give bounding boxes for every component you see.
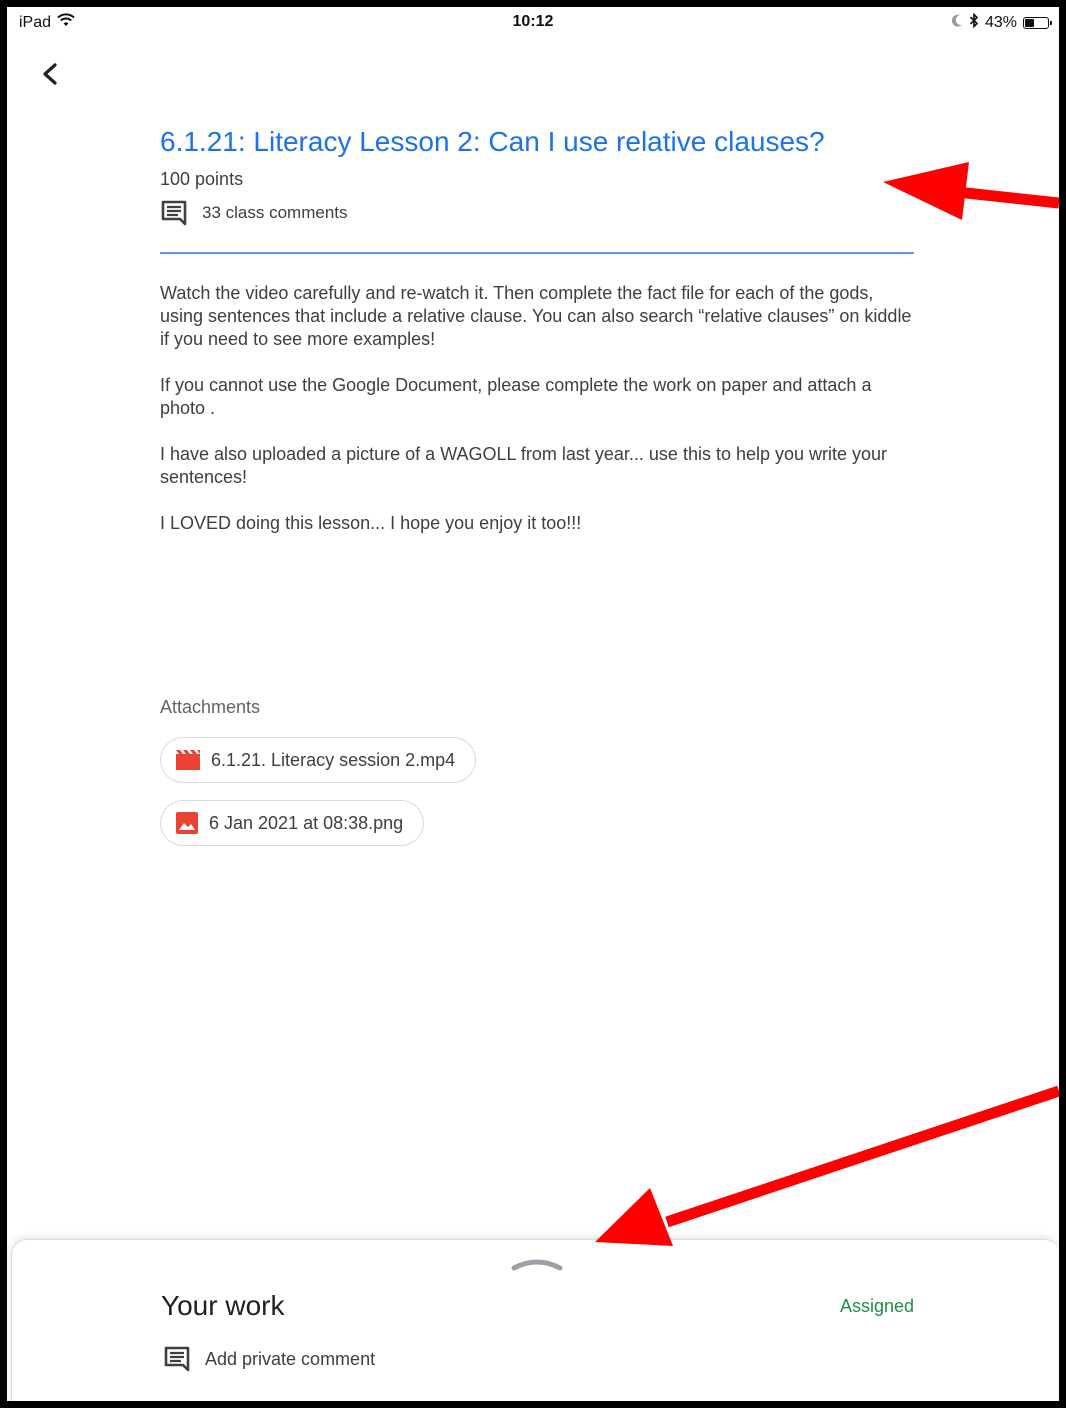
chevron-left-icon <box>43 63 57 85</box>
add-private-comment-button[interactable]: Add private comment <box>163 1346 375 1372</box>
attachment-video[interactable]: 6.1.21. Literacy session 2.mp4 <box>160 737 477 783</box>
ipad-screen: iPad 10:12 43% 6.1.21: Literacy Lesson 2… <box>7 7 1059 1401</box>
video-file-icon <box>176 750 200 770</box>
class-comments-label: 33 class comments <box>202 203 348 222</box>
description-paragraph: I have also uploaded a picture of a WAGO… <box>160 444 888 487</box>
moon-icon <box>951 14 963 32</box>
attachment-name: 6.1.21. Literacy session 2.mp4 <box>211 749 456 770</box>
your-work-sheet: Your work Assigned Add private comment <box>11 1239 1059 1401</box>
assignment-description: Watch the video carefully and re-watch i… <box>160 282 914 535</box>
class-comments-link[interactable]: 33 class comments <box>160 200 914 226</box>
comment-icon <box>161 200 187 226</box>
status-right: 43% <box>951 12 1052 33</box>
attachment-name: 6 Jan 2021 at 08:38.png <box>209 812 404 833</box>
divider <box>160 252 914 254</box>
assignment-title: 6.1.21: Literacy Lesson 2: Can I use rel… <box>160 126 825 157</box>
attachments-label: Attachments <box>160 697 261 717</box>
battery-percent: 43% <box>984 14 1017 31</box>
assignment-details: 6.1.21: Literacy Lesson 2: Can I use rel… <box>160 125 914 558</box>
comment-icon <box>164 1346 190 1372</box>
description-paragraph: If you cannot use the Google Document, p… <box>160 375 872 418</box>
status-time: 10:12 <box>512 13 554 30</box>
description-paragraph: I LOVED doing this lesson... I hope you … <box>160 513 582 533</box>
expand-handle[interactable] <box>510 1254 564 1279</box>
assignment-points: 100 points <box>160 169 244 189</box>
image-file-icon <box>176 812 198 834</box>
assignment-status: Assigned <box>839 1296 914 1316</box>
description-paragraph: Watch the video carefully and re-watch i… <box>160 283 912 349</box>
back-button[interactable] <box>35 57 65 91</box>
bluetooth-icon <box>969 12 979 33</box>
attachment-image[interactable]: 6 Jan 2021 at 08:38.png <box>160 800 425 846</box>
battery-icon <box>1023 17 1052 29</box>
status-bar: iPad 10:12 43% <box>7 7 1059 37</box>
your-work-title: Your work <box>161 1290 285 1321</box>
annotation-arrow-bottom <box>595 1085 1059 1246</box>
add-private-comment-label: Add private comment <box>205 1348 376 1369</box>
chevron-up-icon <box>511 1259 563 1271</box>
